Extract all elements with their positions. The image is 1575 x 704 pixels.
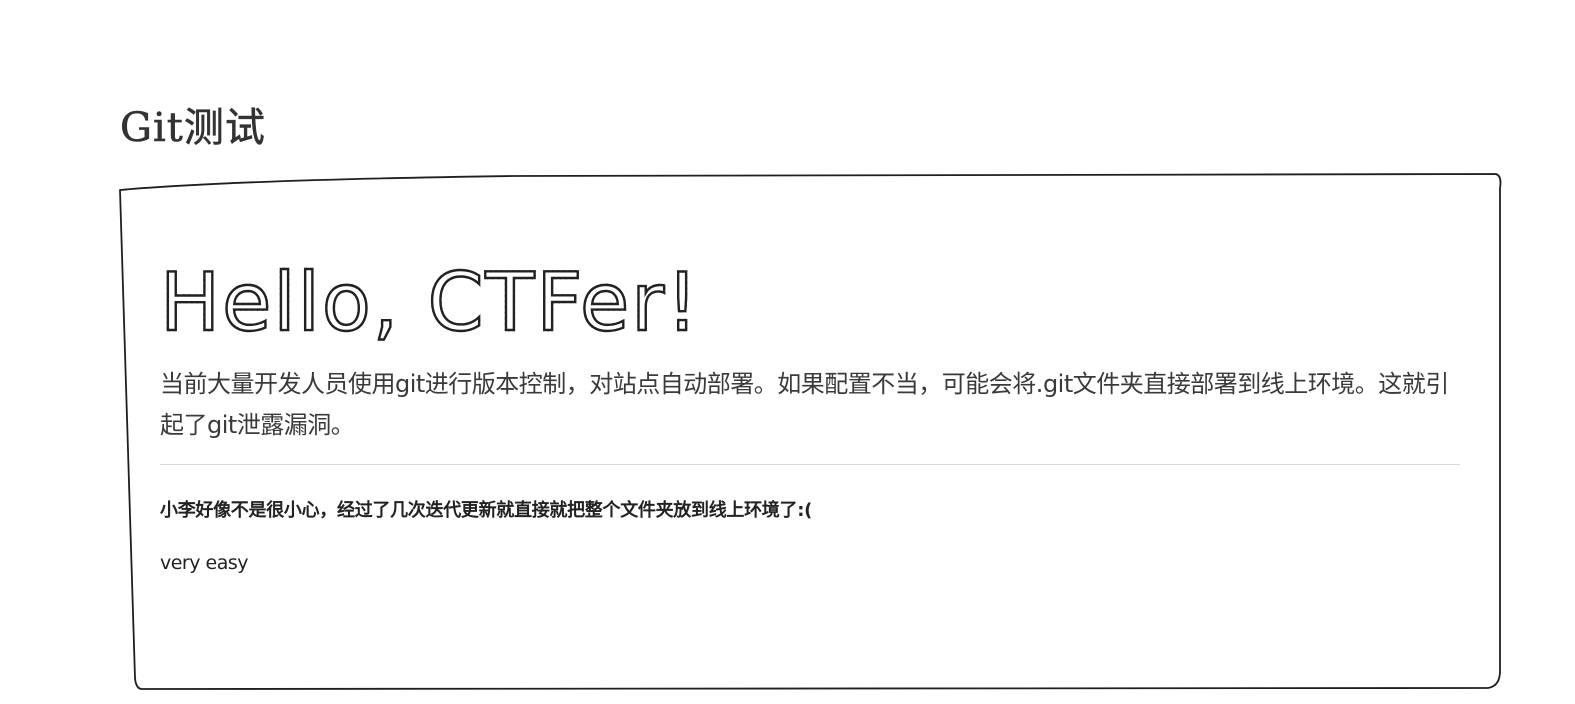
hero-title: Hello, CTFer! <box>159 180 1460 348</box>
difficulty-note: very easy <box>160 552 249 574</box>
intro-paragraph: 当前大量开发人员使用git进行版本控制，对站点自动部署。如果配置不当，可能会将.… <box>160 370 1449 439</box>
divider <box>160 464 1460 465</box>
hero-card: Hello, CTFer! 当前大量开发人员使用git进行版本控制，对站点自动部… <box>159 180 1460 575</box>
hint-text: 小李好像不是很小心，经过了几次迭代更新就直接就把整个文件夹放到线上环境了:( <box>160 500 813 521</box>
page-title: Git测试 <box>120 105 266 152</box>
